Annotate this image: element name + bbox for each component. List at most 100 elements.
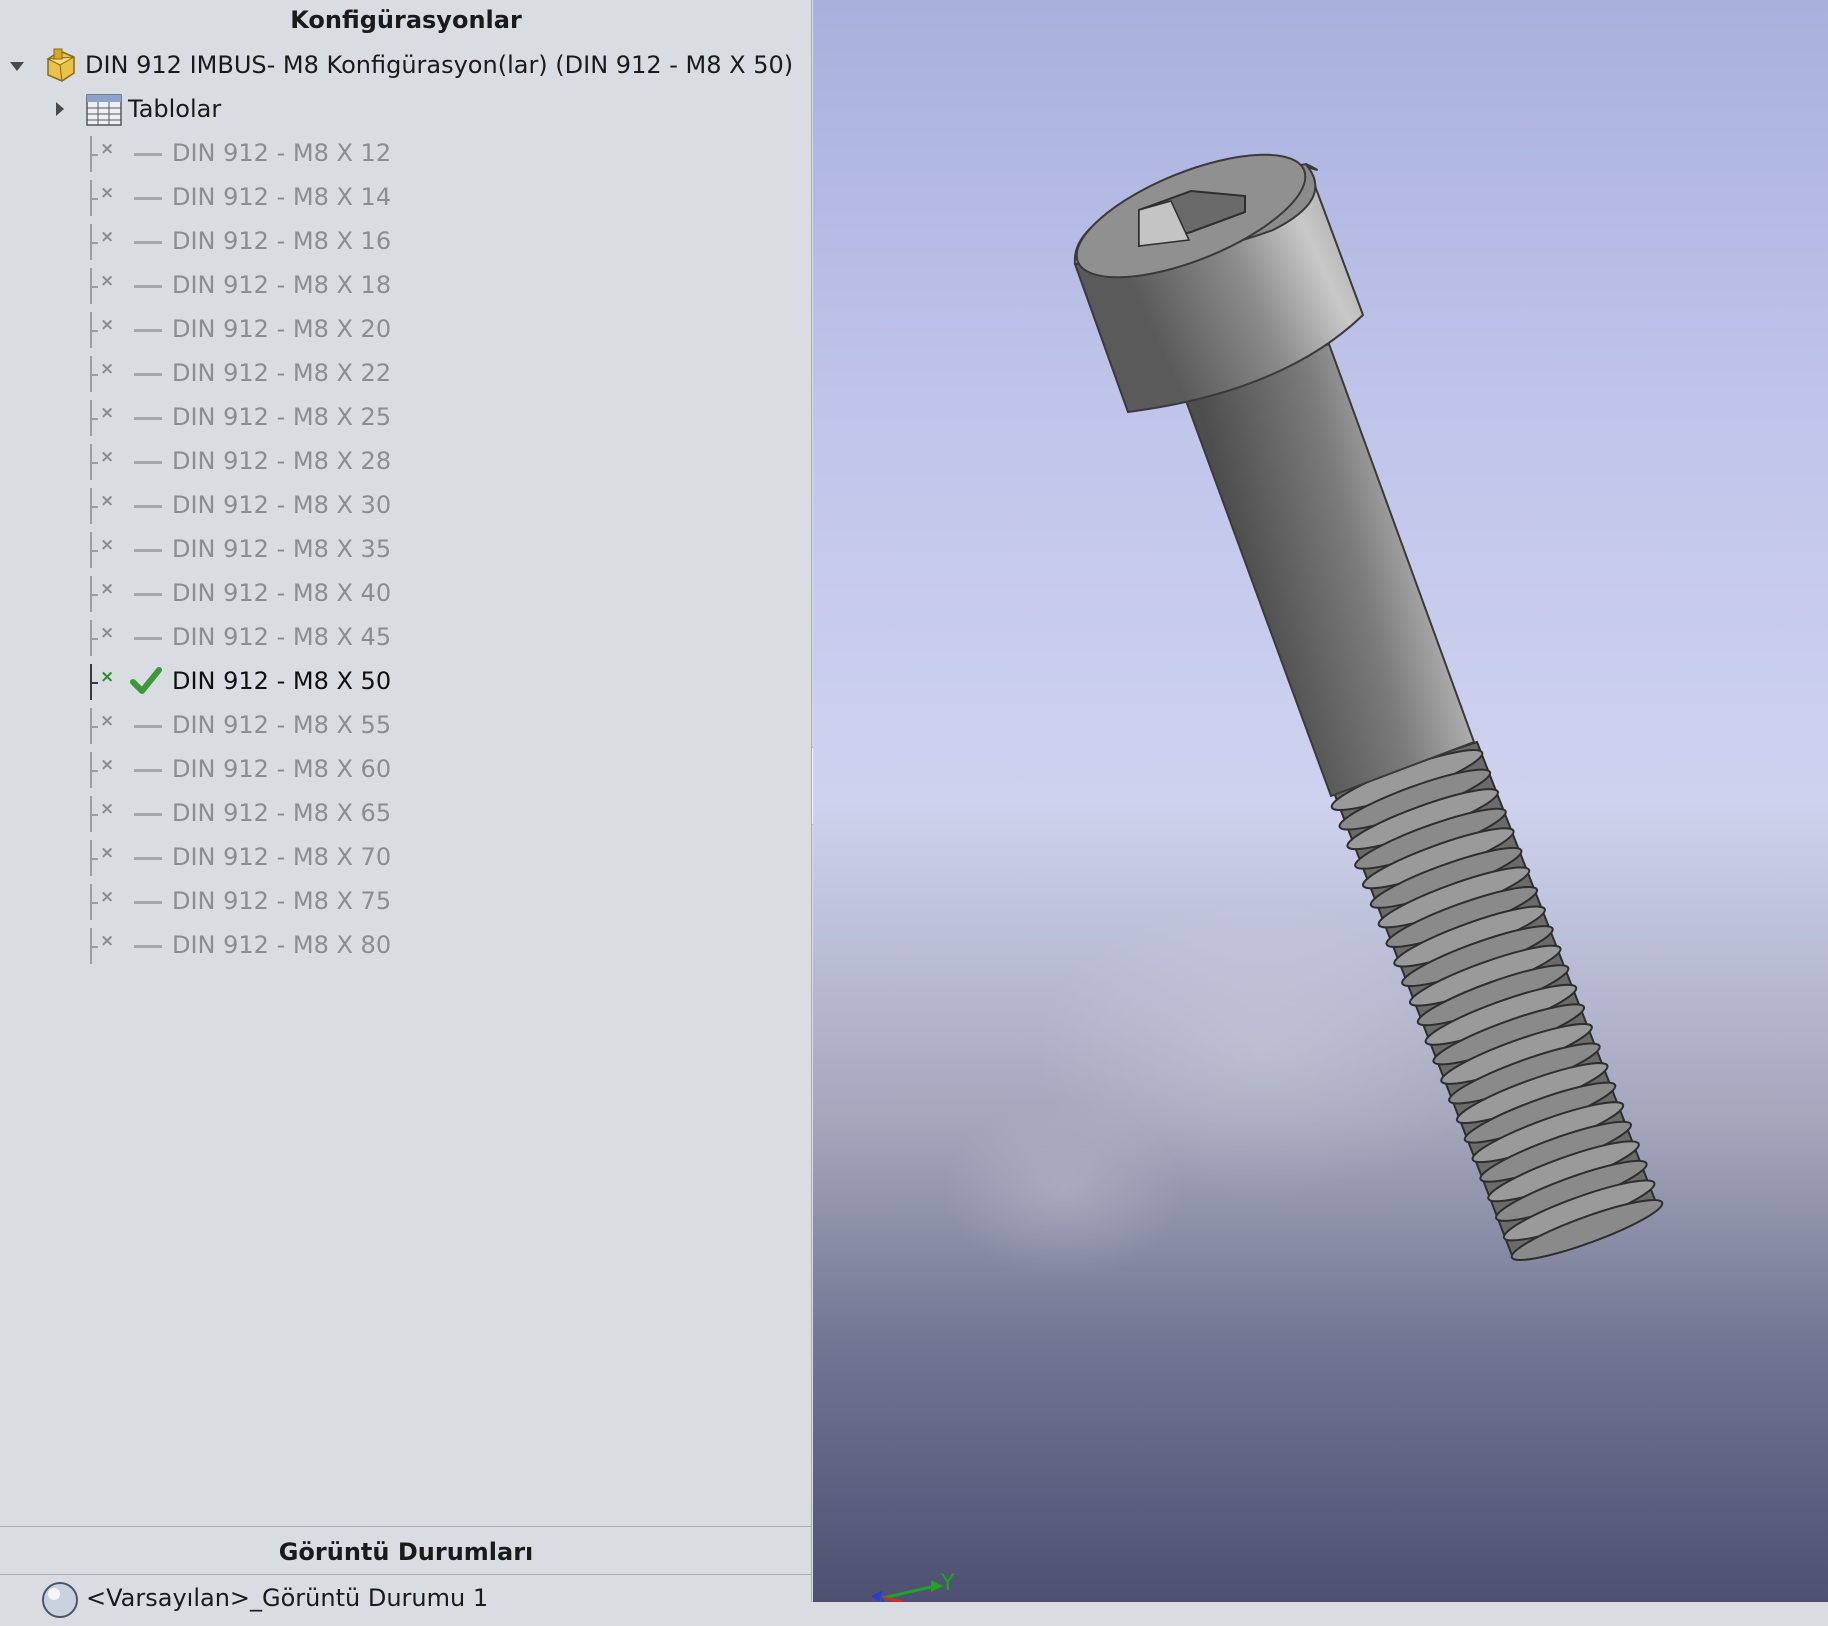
- tree-connector: [90, 506, 98, 508]
- collapse-arrow-icon[interactable]: [10, 62, 24, 71]
- configuration-label: DIN 912 - M8 X 14: [172, 183, 392, 211]
- inactive-dash-icon: [134, 549, 162, 552]
- configuration-item[interactable]: × DIN 912 - M8 X 65: [0, 792, 812, 836]
- tree-connector: [90, 550, 98, 552]
- configuration-label: DIN 912 - M8 X 22: [172, 359, 392, 387]
- configuration-label: DIN 912 - M8 X 25: [172, 403, 392, 431]
- tree-root-item[interactable]: DIN 912 IMBUS- M8 Konfigürasyon(lar) (DI…: [0, 44, 812, 88]
- inactive-dash-icon: [134, 373, 162, 376]
- configuration-item[interactable]: × DIN 912 - M8 X 28: [0, 440, 812, 484]
- configuration-icon: ×: [100, 403, 115, 423]
- inactive-dash-icon: [134, 593, 162, 596]
- background-reflection: [943, 1100, 1183, 1280]
- configuration-item[interactable]: × DIN 912 - M8 X 80: [0, 924, 812, 968]
- tree-connector: [90, 770, 98, 772]
- configuration-icon: ×: [100, 755, 115, 775]
- display-state-item[interactable]: <Varsayılan>_Görüntü Durumu 1: [0, 1576, 812, 1620]
- configuration-label: DIN 912 - M8 X 55: [172, 711, 392, 739]
- configuration-label: DIN 912 - M8 X 12: [172, 139, 392, 167]
- configuration-icon: ×: [100, 579, 115, 599]
- tree-connector: [90, 242, 98, 244]
- configuration-label: DIN 912 - M8 X 28: [172, 447, 392, 475]
- configuration-label: DIN 912 - M8 X 50: [172, 667, 392, 695]
- configuration-manager-panel: Konfigürasyonlar DIN 912 IMBUS- M8 Konfi…: [0, 0, 812, 1618]
- configuration-label: DIN 912 - M8 X 80: [172, 931, 392, 959]
- display-state-icon: [40, 1580, 80, 1626]
- configuration-icon: ×: [100, 315, 115, 335]
- triad-y-label: Y: [940, 1571, 955, 1596]
- configuration-item[interactable]: × DIN 912 - M8 X 18: [0, 264, 812, 308]
- part-icon: [44, 47, 78, 89]
- configuration-icon: ×: [100, 711, 115, 731]
- configuration-icon: ×: [100, 491, 115, 511]
- tree-connector: [90, 946, 98, 948]
- configuration-icon: ×: [100, 887, 115, 907]
- shank: [1183, 342, 1476, 798]
- inactive-dash-icon: [134, 285, 162, 288]
- configuration-item[interactable]: × DIN 912 - M8 X 70: [0, 836, 812, 880]
- configuration-item[interactable]: × DIN 912 - M8 X 30: [0, 484, 812, 528]
- inactive-dash-icon: [134, 857, 162, 860]
- tree-connector: [90, 902, 98, 904]
- configuration-icon: ×: [100, 535, 115, 555]
- tree-connector: [90, 374, 98, 376]
- configuration-icon: ×: [100, 843, 115, 863]
- configuration-label: DIN 912 - M8 X 16: [172, 227, 392, 255]
- tree-connector: [90, 198, 98, 200]
- inactive-dash-icon: [134, 461, 162, 464]
- expand-arrow-icon[interactable]: [56, 102, 64, 116]
- inactive-dash-icon: [134, 725, 162, 728]
- configuration-icon: ×: [100, 799, 115, 819]
- panel-title: Konfigürasyonlar: [290, 6, 522, 34]
- tree-connector: [90, 286, 98, 288]
- configuration-label: DIN 912 - M8 X 35: [172, 535, 392, 563]
- configuration-item[interactable]: × DIN 912 - M8 X 60: [0, 748, 812, 792]
- configuration-item[interactable]: × DIN 912 - M8 X 14: [0, 176, 812, 220]
- configuration-icon: ×: [100, 447, 115, 467]
- display-states-title: Görüntü Durumları: [278, 1538, 534, 1566]
- display-state-label: <Varsayılan>_Görüntü Durumu 1: [86, 1584, 489, 1612]
- configuration-label: DIN 912 - M8 X 40: [172, 579, 392, 607]
- configuration-item[interactable]: × DIN 912 - M8 X 50: [0, 660, 812, 704]
- configuration-item[interactable]: × DIN 912 - M8 X 16: [0, 220, 812, 264]
- configuration-item[interactable]: × DIN 912 - M8 X 12: [0, 132, 812, 176]
- tree-connector: [90, 418, 98, 420]
- configuration-label: DIN 912 - M8 X 45: [172, 623, 392, 651]
- configuration-item[interactable]: × DIN 912 - M8 X 25: [0, 396, 812, 440]
- inactive-dash-icon: [134, 945, 162, 948]
- tree-connector: [90, 154, 98, 156]
- configuration-label: DIN 912 - M8 X 18: [172, 271, 392, 299]
- configuration-label: DIN 912 - M8 X 65: [172, 799, 392, 827]
- configuration-label: DIN 912 - M8 X 75: [172, 887, 392, 915]
- configuration-item[interactable]: × DIN 912 - M8 X 75: [0, 880, 812, 924]
- configuration-label: DIN 912 - M8 X 30: [172, 491, 392, 519]
- inactive-dash-icon: [134, 153, 162, 156]
- inactive-dash-icon: [134, 813, 162, 816]
- tree-connector: [90, 462, 98, 464]
- tree-item-tablolar[interactable]: Tablolar: [0, 88, 812, 132]
- tree-connector: [90, 682, 98, 684]
- tree-connector: [90, 858, 98, 860]
- configuration-item[interactable]: × DIN 912 - M8 X 20: [0, 308, 812, 352]
- inactive-dash-icon: [134, 329, 162, 332]
- configuration-item[interactable]: × DIN 912 - M8 X 45: [0, 616, 812, 660]
- configuration-item[interactable]: × DIN 912 - M8 X 40: [0, 572, 812, 616]
- configuration-item[interactable]: × DIN 912 - M8 X 35: [0, 528, 812, 572]
- configuration-label: DIN 912 - M8 X 70: [172, 843, 392, 871]
- tree-connector: [90, 638, 98, 640]
- divider: [0, 1526, 812, 1527]
- configuration-item[interactable]: × DIN 912 - M8 X 55: [0, 704, 812, 748]
- tree-connector: [90, 814, 98, 816]
- configuration-icon: ×: [100, 227, 115, 247]
- table-icon: [86, 94, 122, 132]
- graphics-viewport[interactable]: Y: [813, 0, 1828, 1602]
- configuration-icon: ×: [100, 271, 115, 291]
- inactive-dash-icon: [134, 417, 162, 420]
- tree-connector: [90, 594, 98, 596]
- tables-label: Tablolar: [128, 95, 222, 123]
- configuration-item[interactable]: × DIN 912 - M8 X 22: [0, 352, 812, 396]
- configuration-icon: ×: [100, 183, 115, 203]
- screw-model[interactable]: Y: [813, 0, 1828, 1602]
- active-check-icon: [130, 666, 162, 702]
- inactive-dash-icon: [134, 637, 162, 640]
